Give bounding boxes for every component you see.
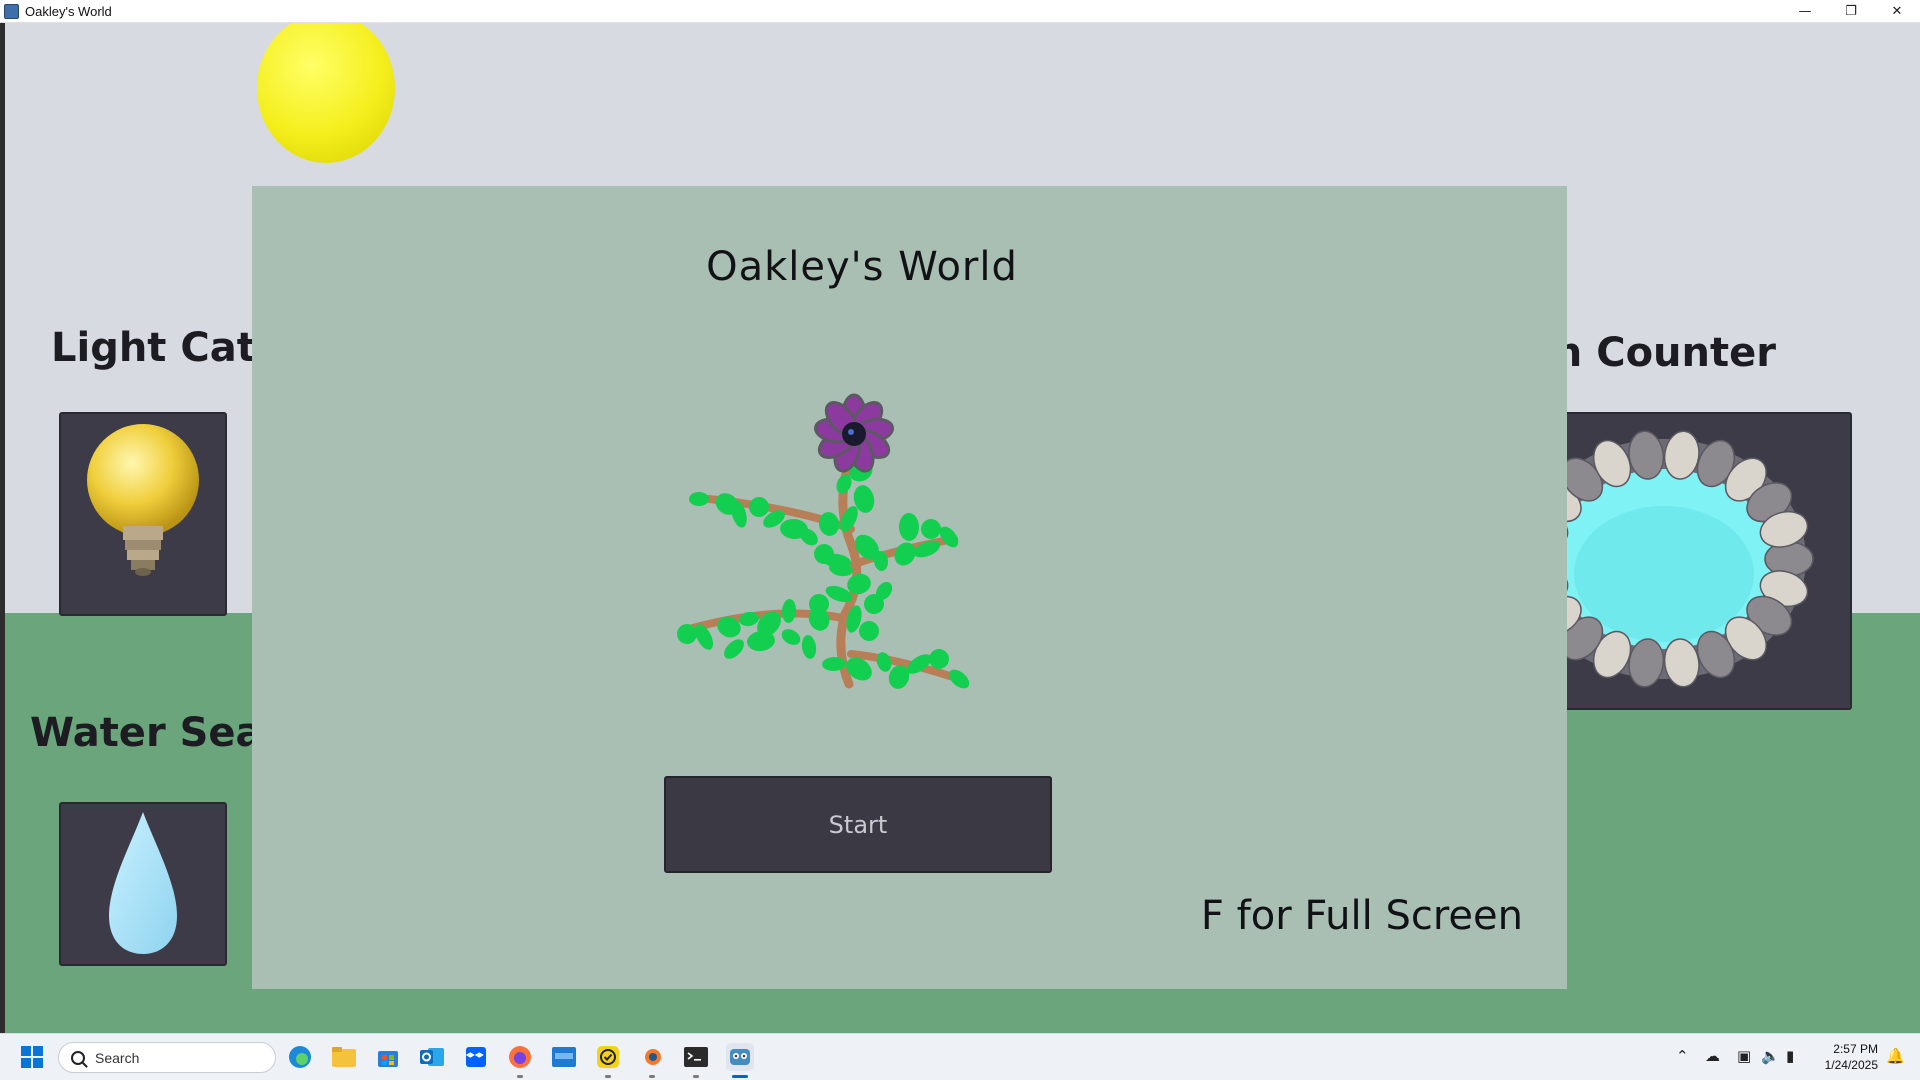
start-button[interactable]: Start	[664, 776, 1052, 873]
checkmark-app-icon	[597, 1046, 619, 1068]
fish-pond-icon	[1514, 430, 1814, 688]
firefox-icon	[509, 1046, 531, 1068]
clock[interactable]: 2:57 PM 1/24/2025	[1825, 1041, 1878, 1073]
leaf	[818, 512, 840, 536]
water-search-label: Water Sear	[30, 710, 283, 756]
network-icon[interactable]: ▣	[1737, 1047, 1751, 1065]
terminal-icon	[684, 1047, 708, 1067]
water-card[interactable]	[59, 802, 227, 966]
leaf	[724, 639, 744, 659]
godot-icon	[730, 1049, 750, 1065]
leaf	[808, 607, 830, 631]
close-button[interactable]: ✕	[1874, 0, 1920, 23]
onedrive-icon[interactable]: ☁	[1705, 1047, 1720, 1065]
outlook-icon	[420, 1048, 444, 1066]
godot-active-indicator	[732, 1075, 748, 1078]
mfp-icon	[552, 1047, 576, 1067]
search-icon	[71, 1050, 85, 1065]
leaf	[781, 599, 797, 623]
todo-running-indicator	[605, 1075, 611, 1078]
notification-bell-icon[interactable]: 🔔	[1886, 1047, 1905, 1065]
pond-stone	[1764, 541, 1814, 577]
fullscreen-hint: F for Full Screen	[1200, 893, 1523, 939]
leaf	[801, 635, 817, 659]
taskbar: Search ⌃ ☁ ▣ 🔈 ▮ 2:57 PM 1/24/2025 🔔	[0, 1033, 1920, 1080]
close-icon: ✕	[1891, 4, 1903, 19]
terminal-app[interactable]	[682, 1043, 710, 1071]
windows-logo-icon	[21, 1046, 43, 1068]
volume-icon[interactable]: 🔈	[1761, 1047, 1780, 1065]
game-title: Oakley's World	[706, 244, 1018, 290]
leaf	[921, 519, 941, 539]
outlook-app[interactable]	[418, 1043, 446, 1071]
file-explorer-app[interactable]	[330, 1043, 358, 1071]
app-icon	[4, 3, 19, 19]
dropbox-icon	[465, 1047, 486, 1067]
game-viewport[interactable]: Light Catc Water Sear sh Counter Oakley'…	[5, 23, 1920, 1033]
blender-icon	[645, 1049, 661, 1065]
edge-app[interactable]	[286, 1043, 314, 1071]
leaf	[781, 629, 801, 645]
water-drop-icon	[109, 812, 177, 954]
store-app[interactable]	[374, 1043, 402, 1071]
leaf	[689, 492, 709, 506]
taskbar-search[interactable]: Search	[58, 1042, 276, 1073]
start-panel: Oakley's World Start F for Full Screen	[252, 186, 1567, 989]
leaf	[948, 669, 970, 689]
fish-pond-card[interactable]	[1514, 412, 1852, 710]
restore-button[interactable]: ❐	[1828, 0, 1874, 23]
flower-eye	[848, 429, 854, 435]
blender-app[interactable]	[638, 1043, 666, 1071]
folder-icon	[332, 1047, 356, 1067]
light-bulb-icon	[87, 424, 199, 576]
flower-center	[842, 422, 866, 446]
leaf	[898, 513, 920, 541]
start-menu-button[interactable]	[18, 1043, 46, 1071]
sun	[257, 23, 395, 163]
search-placeholder: Search	[95, 1049, 140, 1066]
window-title: Oakley's World	[25, 3, 112, 19]
dropbox-app[interactable]	[462, 1043, 490, 1071]
blender-running-indicator	[649, 1075, 655, 1078]
store-icon	[378, 1051, 398, 1067]
light-catcher-label: Light Catc	[51, 325, 280, 371]
edge-icon	[289, 1046, 311, 1068]
restore-icon: ❐	[1845, 4, 1857, 19]
minimize-icon: —	[1798, 4, 1812, 19]
chevron-up-icon[interactable]: ⌃	[1676, 1047, 1689, 1065]
window-title-bar: Oakley's World — ❐ ✕	[0, 0, 1920, 23]
firefox-app[interactable]	[506, 1043, 534, 1071]
light-card[interactable]	[59, 412, 227, 616]
window-controls: — ❐ ✕	[1782, 0, 1920, 23]
clock-date: 1/24/2025	[1824, 1058, 1878, 1072]
todo-app[interactable]	[594, 1043, 622, 1071]
firefox-running-indicator	[517, 1075, 523, 1078]
godot-app[interactable]	[726, 1043, 754, 1071]
battery-icon[interactable]: ▮	[1786, 1047, 1794, 1065]
myfitnesspal-app[interactable]	[550, 1043, 578, 1071]
clock-time: 2:57 PM	[1833, 1042, 1878, 1056]
flower-plant-logo	[677, 393, 970, 689]
minimize-button[interactable]: —	[1782, 0, 1828, 23]
terminal-running-indicator	[693, 1075, 699, 1078]
